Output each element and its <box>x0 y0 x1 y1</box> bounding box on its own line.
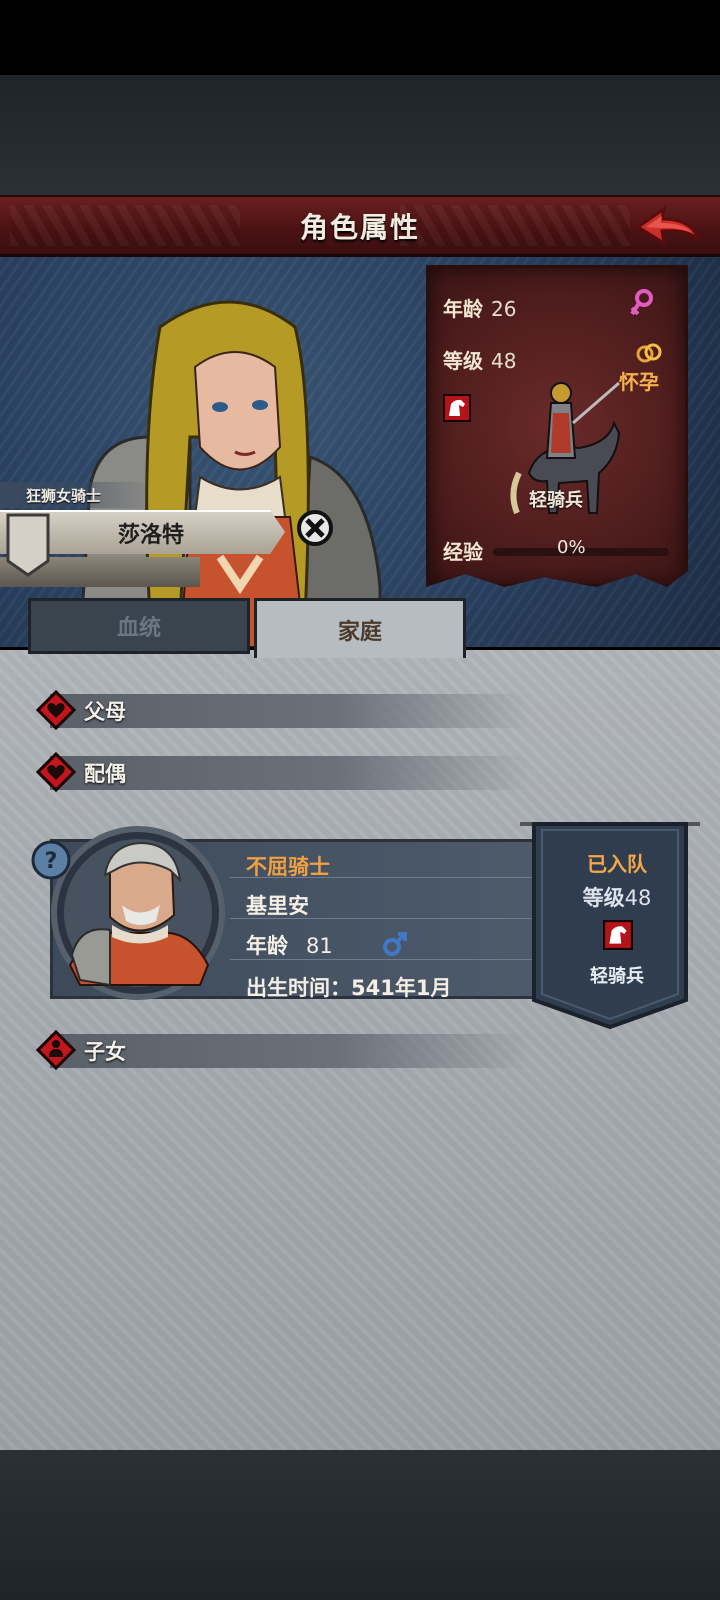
help-icon[interactable]: ? <box>30 839 72 881</box>
spouse-status: 已入队 <box>587 852 647 876</box>
level-label: 等级 <box>443 349 483 373</box>
hero-panel: 狂狮女骑士 莎洛特 年龄 26 等级 48 怀孕 轻骑兵 经验 0% <box>0 257 720 647</box>
spouse-level-label: 等级 <box>582 886 625 910</box>
heart-icon <box>36 690 76 730</box>
section-parents[interactable]: 父母 <box>30 690 530 730</box>
section-children[interactable]: 子女 <box>30 1030 530 1070</box>
spouse-unit: 轻骑兵 <box>590 966 644 987</box>
spouse-age-row: 年龄 81 <box>246 930 333 960</box>
female-icon <box>630 289 653 316</box>
tab-bloodline[interactable]: 血统 <box>28 598 250 654</box>
empty-shield-icon <box>6 513 50 577</box>
age-label: 年龄 <box>443 297 483 321</box>
back-arrow-icon[interactable] <box>634 205 702 251</box>
spouse-age-value: 81 <box>306 934 333 958</box>
spouse-avatar <box>51 826 225 1000</box>
child-icon <box>36 1030 76 1070</box>
spouse-level-row: 等级48 <box>547 882 687 912</box>
spouse-level-value: 48 <box>624 886 652 910</box>
page-title: 角色属性 <box>299 210 420 244</box>
age-row: 年龄 26 <box>443 293 516 322</box>
bottom-backdrop <box>0 1450 720 1600</box>
section-children-label: 子女 <box>84 1040 126 1064</box>
character-title: 狂狮女骑士 <box>26 487 102 505</box>
spouse-title: 不屈骑士 <box>246 855 330 879</box>
character-name: 莎洛特 <box>118 523 185 548</box>
section-spouse-label: 配偶 <box>84 762 126 786</box>
svg-text:?: ? <box>45 849 58 874</box>
header-bar: 角色属性 <box>0 195 720 257</box>
unit-label: 轻骑兵 <box>529 490 583 511</box>
tab-bar: 血统 家庭 <box>28 598 468 658</box>
exp-value: 0% <box>557 537 586 558</box>
male-icon <box>383 932 407 956</box>
spouse-card[interactable]: ? 不屈骑士 基里安 年龄 81 出生时间：541年1月 <box>30 826 550 1005</box>
spouse-birth: 出生时间：541年1月 <box>246 976 452 1000</box>
heart-icon <box>36 752 76 792</box>
exp-row: 经验 <box>443 536 483 565</box>
section-parents-label: 父母 <box>84 700 126 724</box>
exp-label: 经验 <box>443 540 483 564</box>
stats-panel: 年龄 26 等级 48 怀孕 轻骑兵 经验 0% <box>426 265 688 587</box>
section-spouse[interactable]: 配偶 <box>30 752 530 792</box>
spouse-age-label: 年龄 <box>246 934 288 958</box>
tab-family[interactable]: 家庭 <box>254 598 466 658</box>
cavalry-icon <box>443 394 471 422</box>
top-backdrop <box>0 75 720 195</box>
character-portrait <box>78 300 382 647</box>
spouse-name: 基里安 <box>246 894 309 918</box>
dismiss-icon[interactable] <box>296 509 334 547</box>
status-bar-area <box>0 0 720 75</box>
age-value: 26 <box>491 297 517 321</box>
ring-icon <box>636 343 662 363</box>
cavalry-icon <box>603 920 633 950</box>
